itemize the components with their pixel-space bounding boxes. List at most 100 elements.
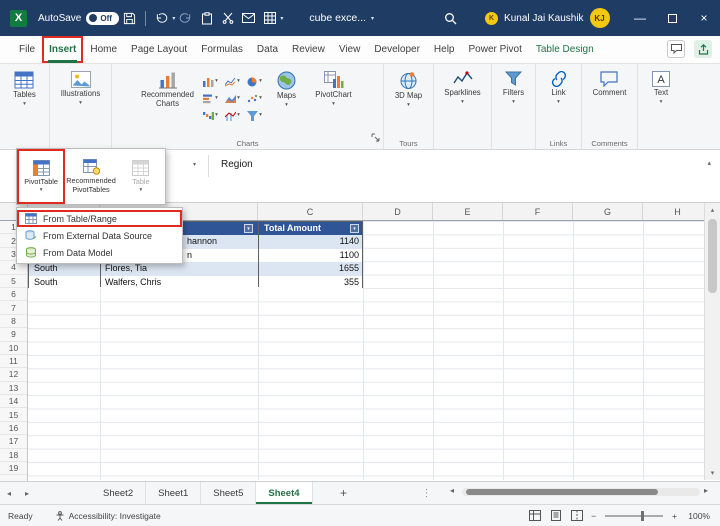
formula-bar-collapse-icon[interactable]: ▴ bbox=[707, 159, 711, 167]
recommended-charts-button[interactable]: Recommended Charts bbox=[136, 68, 200, 112]
maximize-button[interactable] bbox=[656, 0, 688, 36]
sparklines-button[interactable]: Sparklines ▾ bbox=[442, 68, 482, 108]
horizontal-scrollbar-thumb[interactable] bbox=[466, 489, 658, 495]
ribbon-tab[interactable]: Review bbox=[285, 36, 332, 63]
row-header[interactable]: 18 bbox=[0, 449, 27, 462]
cell-c4[interactable]: 1655 bbox=[260, 262, 359, 275]
table-button[interactable]: Table ▾ bbox=[117, 149, 165, 204]
pie-chart-icon[interactable]: ▾ bbox=[244, 73, 266, 90]
ribbon-tab[interactable]: Insert bbox=[42, 36, 83, 63]
menu-item-from-data-model[interactable]: From Data Model bbox=[17, 244, 182, 261]
undo-icon[interactable] bbox=[151, 7, 172, 29]
account-control[interactable]: K Kunal Jai Kaushik KJ bbox=[485, 8, 610, 28]
combo-chart-icon[interactable]: ▾ bbox=[222, 107, 244, 124]
sheet-tab[interactable]: Sheet2 bbox=[91, 482, 146, 504]
scroll-up-icon[interactable]: ▴ bbox=[705, 203, 720, 217]
zoom-percent[interactable]: 100% bbox=[684, 511, 710, 521]
row-header[interactable]: 11 bbox=[0, 355, 27, 368]
hscroll-left-icon[interactable]: ◂ bbox=[450, 486, 454, 495]
column-chart-icon[interactable]: ▾ bbox=[200, 73, 222, 90]
formula-bar-value[interactable]: Region bbox=[221, 159, 253, 170]
row-header[interactable]: 17 bbox=[0, 435, 27, 448]
column-header[interactable]: C bbox=[258, 203, 363, 220]
more-commands-chevron-icon[interactable]: ▾ bbox=[280, 15, 283, 22]
row-header[interactable]: 8 bbox=[0, 315, 27, 328]
map3d-button[interactable]: 3D Map ▾ bbox=[393, 68, 424, 111]
minimize-button[interactable]: — bbox=[624, 0, 656, 36]
tables-button[interactable]: Tables ▾ bbox=[11, 68, 38, 110]
maps-button[interactable]: Maps ▾ bbox=[266, 68, 308, 111]
ribbon-tab[interactable]: File bbox=[12, 36, 42, 63]
row-header[interactable]: 19 bbox=[0, 462, 27, 475]
cell-b5[interactable]: Walfers, Chris bbox=[105, 276, 161, 289]
scatter-chart-icon[interactable]: ▾ bbox=[244, 90, 266, 107]
ribbon-tab[interactable]: Page Layout bbox=[124, 36, 194, 63]
cell-c3[interactable]: 1100 bbox=[260, 249, 359, 262]
autosave-toggle[interactable]: Off bbox=[86, 12, 119, 25]
ribbon-tab[interactable]: Home bbox=[83, 36, 124, 63]
waterfall-chart-icon[interactable]: ▾ bbox=[200, 107, 222, 124]
cut-scissors-icon[interactable] bbox=[217, 7, 238, 29]
row-header[interactable]: 15 bbox=[0, 408, 27, 421]
avatar[interactable]: KJ bbox=[590, 8, 610, 28]
name-box-chevron-icon[interactable]: ▾ bbox=[193, 161, 196, 168]
pivottable-button[interactable]: PivotTable ▾ bbox=[17, 149, 65, 204]
page-break-view-icon[interactable] bbox=[570, 509, 584, 522]
scroll-down-icon[interactable]: ▾ bbox=[705, 466, 720, 480]
row-header[interactable]: 9 bbox=[0, 328, 27, 341]
accessibility-status[interactable]: Accessibility: Investigate bbox=[55, 511, 161, 521]
comments-panel-icon[interactable] bbox=[667, 40, 685, 58]
clipboard-icon[interactable] bbox=[196, 7, 217, 29]
zoom-out-icon[interactable]: − bbox=[591, 511, 596, 521]
row-header[interactable]: 6 bbox=[0, 288, 27, 301]
cell-a5[interactable]: South bbox=[34, 276, 58, 289]
pivotchart-button[interactable]: PivotChart ▾ bbox=[308, 68, 360, 110]
filter-dropdown-icon[interactable]: ▾ bbox=[244, 224, 253, 233]
filters-button[interactable]: Filters ▾ bbox=[501, 68, 526, 108]
tab-scroll-divider-icon[interactable]: ⋮ bbox=[417, 482, 437, 504]
ribbon-tab[interactable]: View bbox=[332, 36, 368, 63]
line-chart-icon[interactable]: ▾ bbox=[222, 73, 244, 90]
row-header[interactable]: 12 bbox=[0, 368, 27, 381]
ribbon-tab[interactable]: Table Design bbox=[529, 36, 601, 63]
comment-button[interactable]: Comment bbox=[591, 68, 629, 101]
close-button[interactable]: × bbox=[688, 0, 720, 36]
row-header[interactable]: 14 bbox=[0, 395, 27, 408]
page-layout-view-icon[interactable] bbox=[549, 509, 563, 522]
sheet-next-icon[interactable]: ▸ bbox=[18, 482, 36, 504]
vertical-scrollbar[interactable]: ▴ ▾ bbox=[704, 203, 720, 480]
row-header[interactable]: 13 bbox=[0, 382, 27, 395]
ribbon-tab[interactable]: Data bbox=[250, 36, 285, 63]
column-header[interactable]: F bbox=[503, 203, 573, 220]
link-button[interactable]: Link ▾ bbox=[548, 68, 570, 108]
row-header[interactable]: 7 bbox=[0, 301, 27, 314]
cell-b4[interactable]: Flores, Tia bbox=[105, 262, 147, 275]
save-icon[interactable] bbox=[119, 7, 140, 29]
menu-item-from-table-range[interactable]: From Table/Range bbox=[17, 210, 182, 227]
area-chart-icon[interactable]: ▾ bbox=[222, 90, 244, 107]
ribbon-tab[interactable]: Power Pivot bbox=[462, 36, 529, 63]
recommended-pivottables-button[interactable]: Recommended PivotTables bbox=[65, 149, 116, 204]
column-header[interactable]: E bbox=[433, 203, 503, 220]
cell-c5[interactable]: 355 bbox=[260, 276, 359, 289]
sheet-tab[interactable]: Sheet5 bbox=[201, 482, 256, 504]
share-icon[interactable] bbox=[694, 40, 712, 58]
normal-view-icon[interactable] bbox=[528, 509, 542, 522]
row-header[interactable]: 16 bbox=[0, 422, 27, 435]
redo-icon[interactable] bbox=[175, 7, 196, 29]
search-icon[interactable] bbox=[440, 7, 461, 29]
illustrations-button[interactable]: Illustrations ▾ bbox=[59, 68, 102, 109]
column-header[interactable]: G bbox=[573, 203, 643, 220]
vertical-scrollbar-thumb[interactable] bbox=[708, 219, 717, 293]
text-button[interactable]: A Text ▾ bbox=[650, 68, 672, 108]
horizontal-scrollbar[interactable] bbox=[462, 488, 700, 496]
row-header[interactable]: 5 bbox=[0, 275, 27, 288]
ribbon-tab[interactable]: Help bbox=[427, 36, 462, 63]
autosave-control[interactable]: AutoSave Off bbox=[38, 12, 119, 25]
funnel-chart-icon[interactable]: ▾ bbox=[244, 107, 266, 124]
cell-b2-partial[interactable]: hannon bbox=[187, 235, 217, 248]
mail-share-icon[interactable] bbox=[238, 7, 259, 29]
new-sheet-button[interactable]: + bbox=[331, 482, 357, 504]
zoom-slider-knob[interactable] bbox=[641, 511, 644, 521]
zoom-slider[interactable] bbox=[605, 515, 663, 517]
